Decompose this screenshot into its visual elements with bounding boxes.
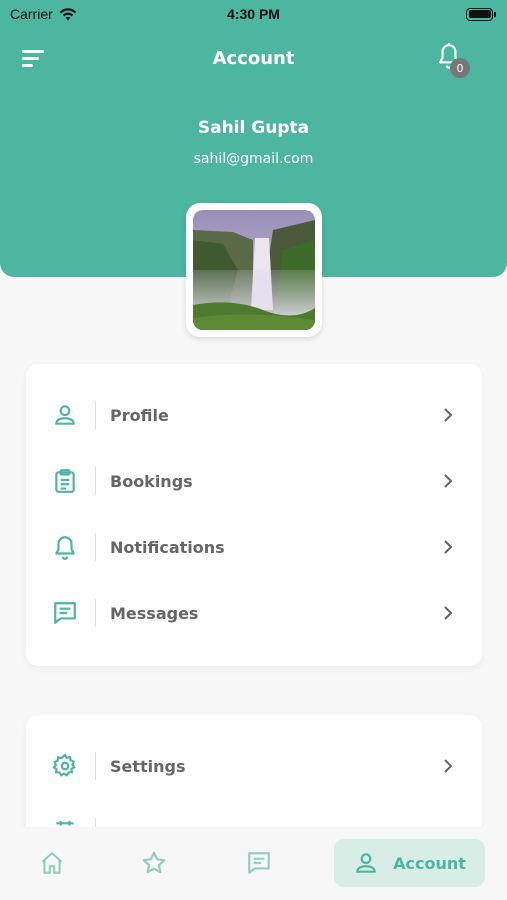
chevron-right-icon: [444, 540, 453, 554]
row-divider: [95, 599, 96, 627]
chevron-right-icon: [444, 759, 453, 773]
status-bar: Carrier 4:30 PM: [0, 0, 507, 28]
star-icon: [142, 851, 166, 874]
tab-account[interactable]: Account: [334, 839, 485, 887]
person-icon: [55, 405, 75, 425]
row-divider: [95, 401, 96, 429]
tab-messages[interactable]: [237, 839, 281, 887]
primary-menu-card: Profile Bookings Notifications Messages: [26, 364, 482, 666]
person-icon: [356, 853, 376, 873]
battery-icon: [466, 7, 496, 21]
menu-item-label: Settings: [110, 756, 186, 776]
row-divider: [95, 752, 96, 780]
tab-favorites[interactable]: [132, 839, 176, 887]
menu-item-label: Messages: [110, 603, 199, 623]
menu-item-label: Notifications: [110, 537, 225, 557]
menu-item-settings[interactable]: Settings: [26, 733, 482, 799]
notifications-bell-button[interactable]: 0: [436, 42, 472, 78]
bottom-tab-bar: Account: [0, 827, 507, 900]
profile-avatar[interactable]: [186, 203, 322, 337]
tab-account-label: Account: [393, 853, 466, 873]
row-divider: [95, 533, 96, 561]
notification-count-badge: 0: [450, 58, 470, 78]
menu-item-bookings[interactable]: Bookings: [26, 448, 482, 514]
menu-item-label: Bookings: [110, 471, 193, 491]
menu-item-messages[interactable]: Messages: [26, 580, 482, 646]
user-name: Sahil Gupta: [197, 118, 310, 138]
chevron-right-icon: [444, 474, 453, 488]
row-divider: [95, 467, 96, 495]
chat-icon: [248, 852, 270, 874]
carrier-label: Carrier: [10, 6, 53, 22]
menu-item-profile[interactable]: Profile: [26, 382, 482, 448]
chat-icon: [54, 602, 76, 624]
waterfall-photo: [193, 210, 315, 330]
wifi-icon: [59, 7, 76, 20]
page-title: Account: [212, 48, 295, 69]
tab-home[interactable]: [30, 839, 74, 887]
chevron-right-icon: [444, 606, 453, 620]
gear-icon: [52, 753, 76, 777]
menu-item-label: Profile: [110, 405, 169, 425]
home-icon: [41, 852, 63, 874]
menu-item-notifications[interactable]: Notifications: [26, 514, 482, 580]
chevron-right-icon: [444, 408, 453, 422]
bell-icon: [55, 536, 75, 560]
clipboard-icon: [55, 469, 75, 493]
user-email: sahil@gmail.com: [193, 151, 314, 167]
